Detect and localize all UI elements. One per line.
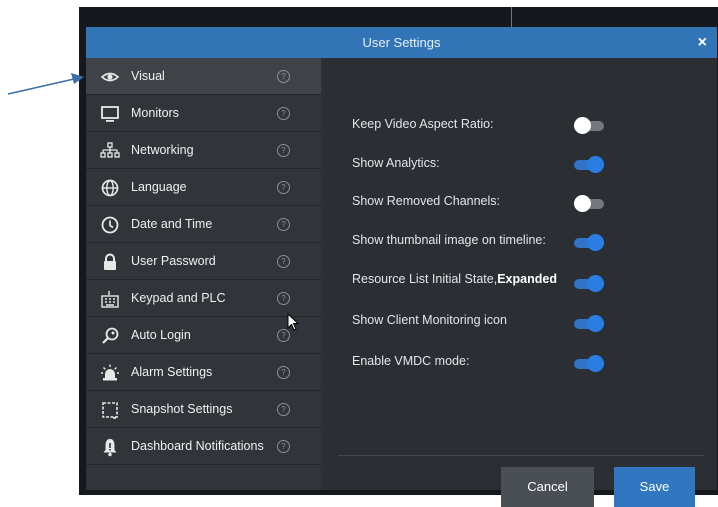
toggle-knob	[587, 234, 604, 251]
setting-label: Show thumbnail image on timeline:	[352, 233, 546, 247]
setting-label: Show Removed Channels:	[352, 194, 500, 208]
sidebar-item-alarm-settings[interactable]: Alarm Settings ?	[86, 354, 321, 391]
setting-label: Enable VMDC mode:	[352, 354, 470, 368]
sidebar-item-visual[interactable]: Visual ?	[86, 58, 321, 95]
sidebar-item-label: Dashboard Notifications	[131, 439, 264, 453]
show-thumbnail-toggle[interactable]	[574, 233, 604, 251]
keypad-icon	[101, 291, 119, 308]
alarm-light-icon	[101, 364, 119, 381]
help-icon[interactable]: ?	[277, 366, 290, 379]
sidebar-item-keypad-and-plc[interactable]: Keypad and PLC ?	[86, 280, 321, 317]
sidebar-item-label: Keypad and PLC	[131, 291, 226, 305]
sidebar-item-label: User Password	[131, 254, 216, 268]
annotation-arrow	[7, 73, 84, 95]
setting-label-text: Resource List Initial State,	[352, 272, 498, 286]
key-icon	[102, 327, 119, 344]
toggle-knob	[574, 117, 591, 134]
sidebar-item-label: Alarm Settings	[131, 365, 213, 379]
sidebar-item-label: Networking	[131, 143, 194, 157]
vmdc-mode-toggle[interactable]	[574, 354, 604, 372]
bell-icon	[103, 439, 117, 457]
client-monitoring-toggle[interactable]	[574, 314, 604, 332]
setting-label-emphasis: Expanded	[497, 272, 557, 286]
dialog-titlebar: User Settings ×	[86, 27, 717, 58]
sidebar-item-networking[interactable]: Networking ?	[86, 132, 321, 169]
help-icon[interactable]: ?	[277, 218, 290, 231]
dialog-title: User Settings	[362, 35, 441, 50]
toggle-knob	[587, 275, 604, 292]
sidebar-item-label: Date and Time	[131, 217, 213, 231]
monitor-icon	[101, 106, 119, 122]
settings-sidebar: Visual ? Monitors ? Networking ? Languag…	[86, 58, 321, 490]
sidebar-item-user-password[interactable]: User Password ?	[86, 243, 321, 280]
sidebar-item-label: Visual	[131, 69, 165, 83]
clock-icon	[101, 216, 119, 234]
sidebar-item-language[interactable]: Language ?	[86, 169, 321, 206]
mouse-cursor-icon	[287, 313, 300, 331]
help-icon[interactable]: ?	[277, 403, 290, 416]
resource-list-toggle[interactable]	[574, 274, 604, 292]
help-icon[interactable]: ?	[277, 292, 290, 305]
help-icon[interactable]: ?	[277, 181, 290, 194]
network-icon	[100, 142, 120, 158]
snapshot-icon	[102, 402, 118, 419]
help-icon[interactable]: ?	[277, 107, 290, 120]
setting-label: Show Client Monitoring icon	[352, 313, 507, 327]
save-button[interactable]: Save	[614, 467, 695, 507]
user-settings-dialog: User Settings × Visual ? Monitors ? Netw…	[86, 27, 717, 507]
toggle-knob	[587, 156, 604, 173]
globe-icon	[101, 179, 119, 197]
sidebar-item-auto-login[interactable]: Auto Login ?	[86, 317, 321, 354]
footer-divider	[338, 455, 704, 456]
sidebar-item-dashboard-notifications[interactable]: Dashboard Notifications ?	[86, 428, 321, 465]
cancel-button[interactable]: Cancel	[501, 467, 594, 507]
setting-label: Show Analytics:	[352, 156, 440, 170]
setting-label: Keep Video Aspect Ratio:	[352, 117, 494, 131]
close-icon[interactable]: ×	[698, 27, 707, 58]
help-icon[interactable]: ?	[277, 70, 290, 83]
toggle-knob	[574, 195, 591, 212]
sidebar-item-label: Language	[131, 180, 187, 194]
toggle-knob	[587, 355, 604, 372]
sidebar-item-date-and-time[interactable]: Date and Time ?	[86, 206, 321, 243]
sidebar-item-label: Monitors	[131, 106, 179, 120]
setting-label: Resource List Initial State,Expanded	[352, 272, 557, 286]
show-removed-channels-toggle[interactable]	[574, 194, 604, 212]
toggle-knob	[587, 315, 604, 332]
keep-aspect-ratio-toggle[interactable]	[574, 116, 604, 134]
settings-panel: Keep Video Aspect Ratio: Show Analytics:…	[324, 58, 717, 507]
help-icon[interactable]: ?	[277, 440, 290, 453]
sidebar-item-label: Snapshot Settings	[131, 402, 233, 416]
help-icon[interactable]: ?	[277, 255, 290, 268]
sidebar-item-label: Auto Login	[131, 328, 191, 342]
sidebar-item-snapshot-settings[interactable]: Snapshot Settings ?	[86, 391, 321, 428]
sidebar-item-monitors[interactable]: Monitors ?	[86, 95, 321, 132]
help-icon[interactable]: ?	[277, 144, 290, 157]
eye-icon	[100, 72, 120, 82]
show-analytics-toggle[interactable]	[574, 155, 604, 173]
lock-icon	[104, 253, 116, 270]
